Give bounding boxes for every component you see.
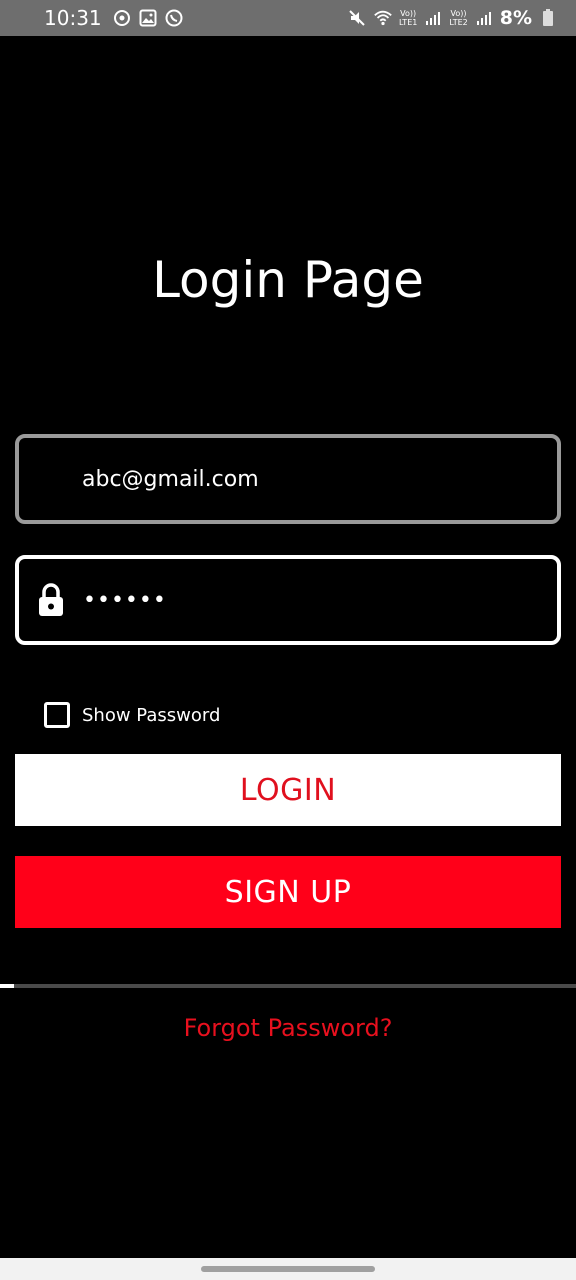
status-right-group: Vo)) LTE1 Vo)) LTE2 8% [347,7,558,29]
sim2-lte: LTE2 [449,18,468,27]
status-bar: 10:31 Vo)) LTE1 Vo)) LTE2 8% [0,0,576,36]
forgot-password-link[interactable]: Forgot Password? [0,1014,576,1042]
progress-bar [0,984,576,988]
sim1-lte: LTE1 [398,18,418,27]
signal-icon [474,8,494,28]
page-title: Login Page [152,251,424,309]
home-gesture-handle[interactable] [201,1266,375,1272]
signal-icon [423,8,443,28]
wifi-icon [373,8,393,28]
email-input[interactable] [82,438,557,520]
show-password-toggle[interactable]: Show Password [44,702,220,728]
status-time: 10:31 [44,6,102,30]
mute-icon [347,8,367,28]
login-button[interactable]: LOGIN [15,754,561,826]
sync-icon [112,8,132,28]
show-password-checkbox[interactable] [44,702,70,728]
battery-percent: 8% [499,7,532,29]
sim2-volte: Vo)) [450,9,467,18]
password-field[interactable]: •••••• [15,555,561,645]
whatsapp-icon [164,8,184,28]
bottom-navigation-bar [0,1258,576,1280]
status-left-group: 10:31 [44,6,184,30]
signup-button[interactable]: SIGN UP [15,856,561,928]
sim1-volte: Vo)) [400,9,417,18]
battery-icon [538,8,558,28]
show-password-label: Show Password [82,704,221,726]
progress-bar-fill [0,984,15,988]
sim1-label: Vo)) LTE1 [399,9,417,27]
password-input[interactable]: •••••• [83,588,167,613]
image-icon [138,8,158,28]
sim2-label: Vo)) LTE2 [449,9,467,27]
lock-icon [39,583,63,616]
email-field[interactable] [15,434,561,524]
